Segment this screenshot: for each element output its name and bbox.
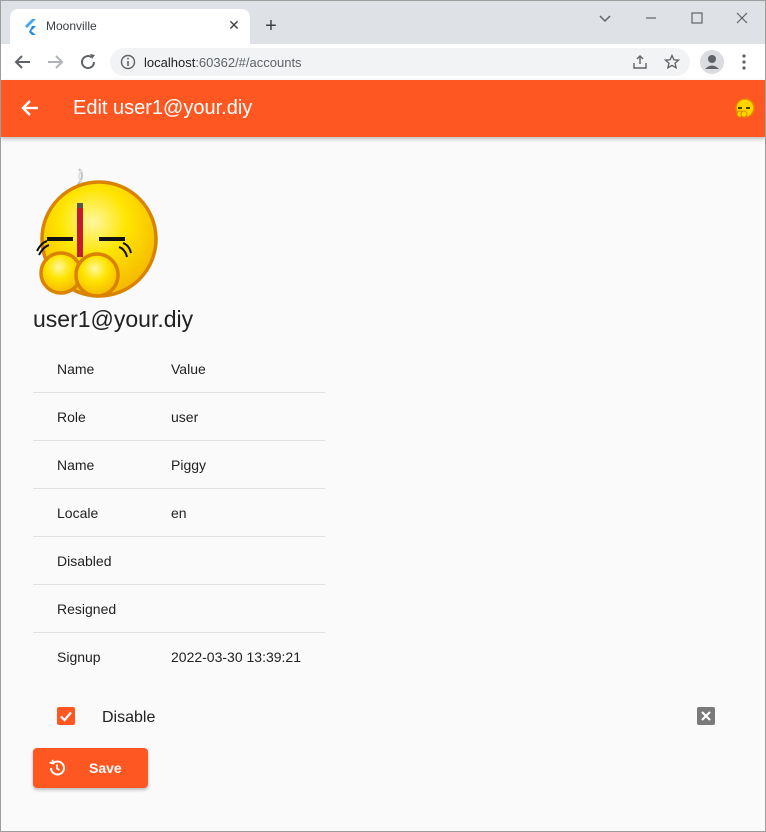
tab-search-icon[interactable]: [594, 7, 616, 29]
table-row: Locale en: [33, 489, 325, 537]
praying-emoji-avatar: [36, 168, 158, 298]
share-icon[interactable]: [632, 54, 648, 70]
address-bar[interactable]: localhost:60362/#/accounts: [110, 48, 690, 76]
user-avatar-icon[interactable]: [732, 97, 756, 121]
table-row: Disabled: [33, 537, 325, 585]
profile-avatar-icon[interactable]: [700, 50, 724, 74]
site-info-icon[interactable]: [120, 54, 136, 70]
disable-checkbox-label[interactable]: Disable: [102, 709, 155, 727]
browser-toolbar: localhost:60362/#/accounts: [1, 44, 765, 80]
tab-close-icon[interactable]: ✕: [226, 17, 242, 33]
back-arrow-icon[interactable]: [19, 97, 41, 119]
tab-strip: Moonville ✕ +: [1, 1, 765, 44]
account-details-table: Name Value Role user Name Piggy Locale e…: [33, 345, 325, 681]
row-value-cell: Piggy: [171, 457, 207, 473]
table-row: Role user: [33, 393, 325, 441]
close-window-icon[interactable]: [731, 7, 753, 29]
column-header-name: Name: [57, 361, 95, 377]
forward-icon[interactable]: [43, 50, 67, 74]
flutter-icon: [25, 19, 36, 35]
table-header-row: Name Value: [33, 345, 325, 393]
column-header-value: Value: [171, 361, 206, 377]
account-email-heading: user1@your.diy: [33, 306, 194, 332]
save-button-label: Save: [89, 760, 122, 776]
history-icon: [49, 759, 65, 776]
maximize-icon[interactable]: [686, 7, 708, 29]
disable-checkbox-row: Disable: [33, 701, 723, 733]
row-name-cell: Name: [57, 457, 95, 473]
save-button[interactable]: Save: [33, 748, 148, 788]
page-title: Edit user1@your.diy: [73, 97, 253, 119]
table-row: Resigned: [33, 585, 325, 633]
clear-icon[interactable]: [697, 707, 715, 725]
tab-title: Moonville: [46, 19, 97, 33]
minimize-icon[interactable]: [640, 7, 662, 29]
row-name-cell: Disabled: [57, 553, 112, 569]
bookmark-star-icon[interactable]: [664, 54, 680, 70]
row-name-cell: Signup: [57, 649, 101, 665]
row-name-cell: Role: [57, 409, 86, 425]
new-tab-icon[interactable]: +: [260, 15, 282, 37]
browser-tab[interactable]: Moonville ✕: [10, 9, 250, 44]
url-text: localhost:60362/#/accounts: [144, 55, 302, 70]
app-bar: Edit user1@your.diy: [1, 80, 765, 137]
row-value-cell: en: [171, 505, 187, 521]
row-value-cell: 2022-03-30 13:39:21: [171, 649, 301, 665]
row-value-cell: user: [171, 409, 199, 425]
back-icon[interactable]: [11, 50, 35, 74]
browser-menu-icon[interactable]: [736, 52, 752, 72]
table-row: Name Piggy: [33, 441, 325, 489]
reload-icon[interactable]: [76, 50, 100, 74]
disable-checkbox[interactable]: [57, 707, 75, 725]
table-row: Signup 2022-03-30 13:39:21: [33, 633, 325, 681]
browser-window: Moonville ✕ + localhost:60362/#/accounts…: [0, 0, 766, 832]
row-name-cell: Resigned: [57, 601, 117, 617]
row-name-cell: Locale: [57, 505, 99, 521]
